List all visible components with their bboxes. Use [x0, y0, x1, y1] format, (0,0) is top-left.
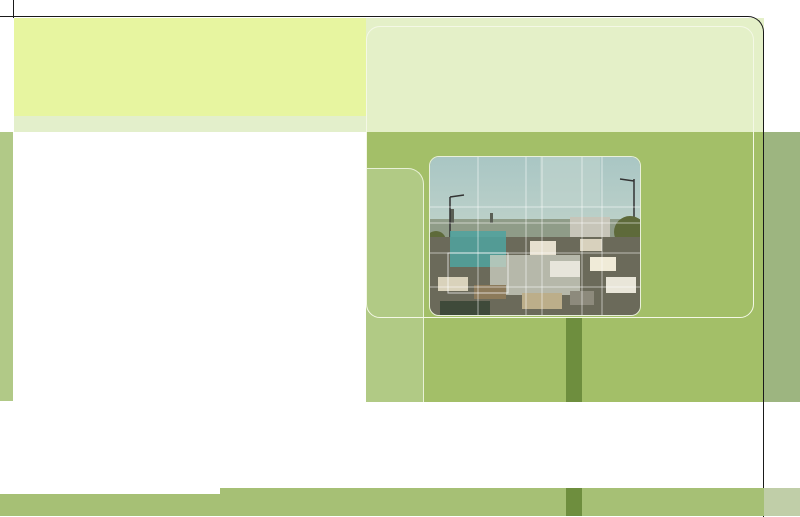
- footer-dark-block: [566, 488, 582, 516]
- traffic-photo-image: [430, 157, 640, 315]
- left-accent-bar: [0, 132, 13, 401]
- dark-green-column: [566, 318, 582, 402]
- traffic-photo: [429, 156, 641, 316]
- right-sage-strip: [764, 132, 800, 402]
- footer-band-left: [0, 494, 220, 516]
- footer-band-middle: [220, 488, 566, 516]
- footer-band-right: [582, 488, 764, 516]
- footer-band-far-right: [764, 488, 800, 516]
